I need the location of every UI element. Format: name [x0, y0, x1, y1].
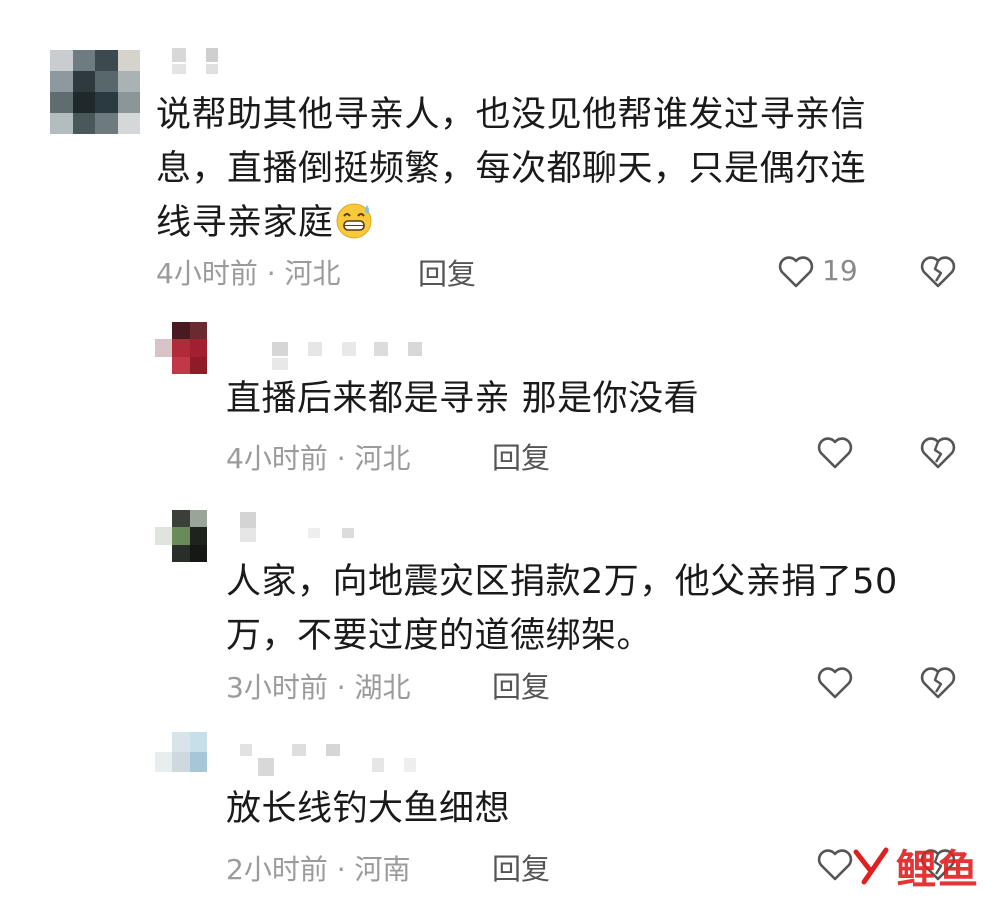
comment-meta: 4小时前 · 河北 [156, 257, 341, 290]
username-blurred [172, 64, 218, 74]
comment-text-line: 万，不要过度的道德绑架。 [226, 616, 653, 656]
like-count: 19 [822, 254, 858, 287]
avatar[interactable] [50, 50, 140, 134]
reply-button[interactable]: 回复 [492, 435, 550, 477]
reply-button[interactable]: 回复 [418, 251, 476, 293]
comment-item: 人家，向地震灾区捐款2万，他父亲捐了50 万，不要过度的道德绑架。 3小时前 ·… [0, 500, 1000, 730]
comment-text: 人家，向地震灾区捐款2万，他父亲捐了50 万，不要过度的道德绑架。 [226, 555, 986, 663]
username-blurred [272, 358, 288, 370]
comment-text-line: 线寻亲家庭 [156, 203, 334, 243]
reply-button[interactable]: 回复 [492, 664, 550, 706]
reply-button[interactable]: 回复 [492, 846, 550, 888]
comment-meta: 3小时前 · 湖北 [226, 671, 411, 704]
comment-text: 放长线钓大鱼细想 [226, 789, 511, 829]
comment-text-line: 人家，向地震灾区捐款2万，他父亲捐了50 [226, 562, 898, 602]
avatar[interactable] [155, 510, 207, 562]
avatar[interactable] [155, 732, 207, 772]
broken-heart-icon[interactable] [918, 433, 958, 473]
avatar[interactable] [155, 322, 207, 374]
comment-meta: 2小时前 · 河南 [226, 853, 411, 886]
watermark: 鲤鱼 [850, 837, 980, 895]
comment-meta: 4小时前 · 河北 [226, 442, 411, 475]
comment-text: 直播后来都是寻亲 那是你没看 [226, 379, 700, 419]
comment-item: 说帮助其他寻亲人，也没见他帮谁发过寻亲信 息，直播倒挺频繁，每次都聊天，只是偶尔… [0, 0, 1000, 300]
username-blurred[interactable] [240, 744, 340, 756]
broken-heart-icon[interactable] [918, 663, 958, 703]
username-blurred [240, 528, 354, 542]
heart-outline-icon[interactable] [815, 663, 855, 703]
heart-outline-icon[interactable] [776, 252, 816, 292]
broken-heart-icon[interactable] [918, 252, 958, 292]
comment-item: 直播后来都是寻亲 那是你没看 4小时前 · 河北 回复 [0, 300, 1000, 500]
heart-outline-icon[interactable] [815, 433, 855, 473]
comment-text-line: 线寻亲家庭 [156, 196, 966, 250]
username-blurred[interactable] [172, 48, 218, 62]
username-blurred [258, 758, 416, 776]
comment-text-line: 说帮助其他寻亲人，也没见他帮谁发过寻亲信 [156, 95, 867, 135]
heart-outline-icon[interactable] [815, 845, 855, 885]
watermark-text: 鲤鱼 [896, 847, 980, 893]
username-blurred[interactable] [240, 512, 256, 528]
comment-text-line: 息，直播倒挺频繁，每次都聊天，只是偶尔连 [156, 149, 867, 189]
username-blurred[interactable] [272, 342, 422, 356]
comment-text: 说帮助其他寻亲人，也没见他帮谁发过寻亲信 息，直播倒挺频繁，每次都聊天，只是偶尔… [156, 88, 966, 250]
watermark-logo-icon [853, 847, 889, 885]
grinning-sweat-emoji-icon [336, 203, 372, 239]
